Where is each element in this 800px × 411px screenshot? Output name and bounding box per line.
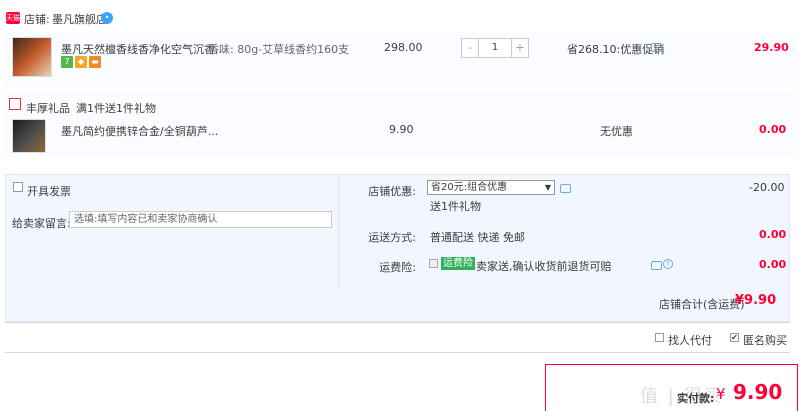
invoice-label[interactable]: 开具发票 <box>27 183 71 199</box>
seller-message-input[interactable]: 选填:填写内容已和卖家协商确认 <box>69 211 332 228</box>
gift-price: 9.90 <box>389 123 414 136</box>
promo-gift-note: 送1件礼物 <box>430 200 481 213</box>
store-name-link[interactable]: 墨凡旗舰店 <box>52 11 107 27</box>
speech-bubble-icon[interactable] <box>651 43 662 52</box>
divider <box>5 352 790 353</box>
quantity-decrease-button[interactable]: - <box>462 39 479 57</box>
item-subtotal: 29.90 <box>754 41 789 54</box>
pay-amount: 9.90 <box>733 380 783 404</box>
pay-label: 实付款: <box>677 392 715 405</box>
quantity-increase-button[interactable]: + <box>511 39 528 57</box>
card-payment-icon[interactable]: ▬ <box>89 56 101 68</box>
quantity-stepper: - 1 + <box>461 38 529 58</box>
options-divider <box>338 174 339 287</box>
shipping-method: 普通配送 快递 免邮 <box>430 231 525 244</box>
anonymous-checkbox[interactable]: ✔ <box>730 333 739 342</box>
promo-amount: -20.00 <box>749 181 785 194</box>
anonymous-label[interactable]: 匿名购买 <box>743 332 787 348</box>
product-thumbnail[interactable] <box>12 37 52 77</box>
store-label: 店铺: <box>24 13 50 26</box>
tmall-badge: 天猫 <box>6 12 20 24</box>
service-badges: 7 ◆ ▬ <box>61 56 101 68</box>
store-promo-select[interactable]: 省20元:组合优惠 ▼ <box>427 180 555 195</box>
gift-rule: 满1件送1件礼物 <box>76 102 156 115</box>
insurance-amount: 0.00 <box>759 258 787 271</box>
gift-label: 丰厚礼品 <box>26 102 70 115</box>
speech-bubble-icon[interactable] <box>560 184 571 193</box>
insurance-checkbox[interactable] <box>429 259 438 268</box>
chat-icon[interactable]: • <box>101 12 113 24</box>
gift-title-link[interactable]: 墨凡简约便携锌合金/全铜葫芦... <box>61 123 218 139</box>
insurance-tag: 运费险 <box>441 257 475 270</box>
seven-day-return-icon[interactable]: 7 <box>61 56 73 68</box>
insurance-description: 卖家送,确认收货前退货可赔 <box>476 260 612 273</box>
store-total-label: 店铺合计(含运费) <box>659 298 745 311</box>
insurance-label: 运费险: <box>379 261 416 274</box>
proxy-pay-label[interactable]: 找人代付 <box>668 332 712 348</box>
message-label: 给卖家留言: <box>12 217 71 230</box>
unit-price: 298.00 <box>384 41 423 54</box>
dropdown-arrow-icon: ▼ <box>544 183 551 192</box>
promo-selected-value: 省20元:组合优惠 <box>431 182 508 193</box>
promo-label: 店铺优惠: <box>368 185 416 198</box>
proxy-pay-checkbox[interactable] <box>655 333 664 342</box>
question-icon[interactable]: ? <box>663 259 673 269</box>
quantity-input[interactable]: 1 <box>479 39 511 57</box>
gift-icon <box>9 98 21 110</box>
speech-bubble-icon[interactable] <box>651 261 662 270</box>
guarantee-icon[interactable]: ◆ <box>75 56 87 68</box>
gift-subtotal: 0.00 <box>759 123 787 136</box>
product-sku: 香味: 80g-艾草线香约160支 <box>208 43 350 56</box>
shipping-amount: 0.00 <box>759 228 787 241</box>
invoice-checkbox[interactable] <box>13 182 23 192</box>
divider <box>5 322 790 323</box>
pay-currency: ¥ <box>716 385 726 403</box>
store-total-value: ¥9.90 <box>735 293 777 308</box>
shipping-label: 运送方式: <box>368 231 416 244</box>
gift-thumbnail[interactable] <box>12 119 46 153</box>
gift-discount: 无优惠 <box>600 125 633 138</box>
product-title-link[interactable]: 墨凡天然檀香线香净化空气沉香... <box>61 41 226 57</box>
item-discount: 省268.10:优惠促销 <box>567 43 665 56</box>
